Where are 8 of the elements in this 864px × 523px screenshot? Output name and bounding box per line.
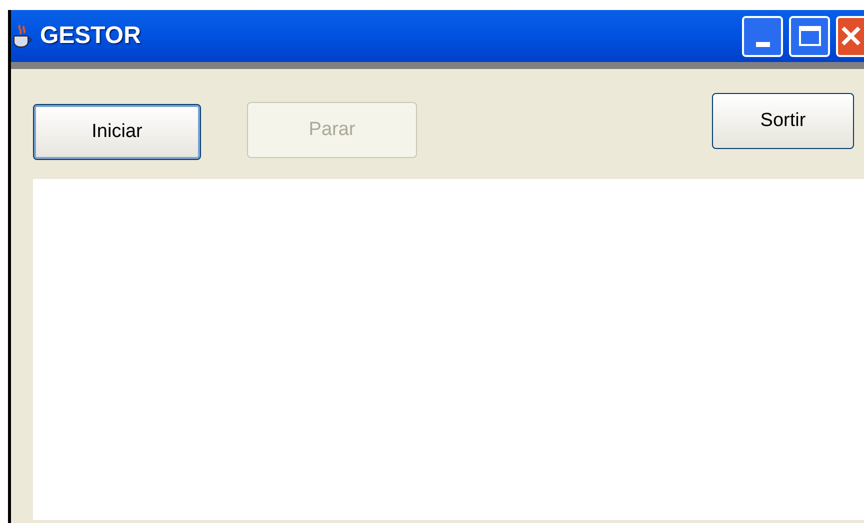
minimize-button[interactable] — [742, 16, 783, 56]
coffee-cup-icon — [12, 23, 34, 49]
close-icon — [840, 25, 862, 47]
action-button[interactable]: Iniciar — [33, 104, 201, 160]
close-button[interactable] — [836, 16, 864, 56]
maximize-button[interactable] — [789, 16, 830, 56]
window-title: GESTOR — [40, 21, 141, 51]
action-button[interactable]: Sortir — [712, 93, 854, 149]
